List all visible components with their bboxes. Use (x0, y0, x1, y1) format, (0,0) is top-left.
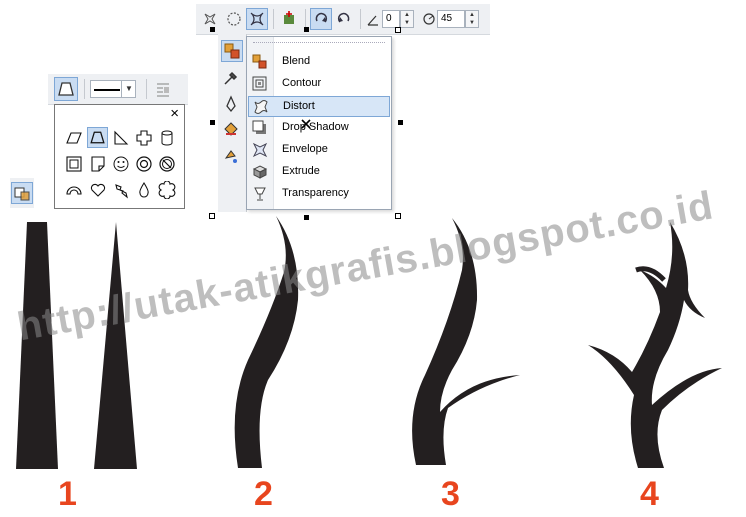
stage-2-bent-trunk[interactable] (234, 216, 299, 468)
step-number-4: 4 (640, 475, 659, 513)
stage-1-trunk-right[interactable] (94, 222, 137, 469)
step-number-2: 2 (254, 475, 273, 513)
stage-4-full-tree[interactable] (588, 222, 722, 468)
step-number-3: 3 (441, 475, 460, 513)
step-number-1: 1 (58, 475, 77, 513)
